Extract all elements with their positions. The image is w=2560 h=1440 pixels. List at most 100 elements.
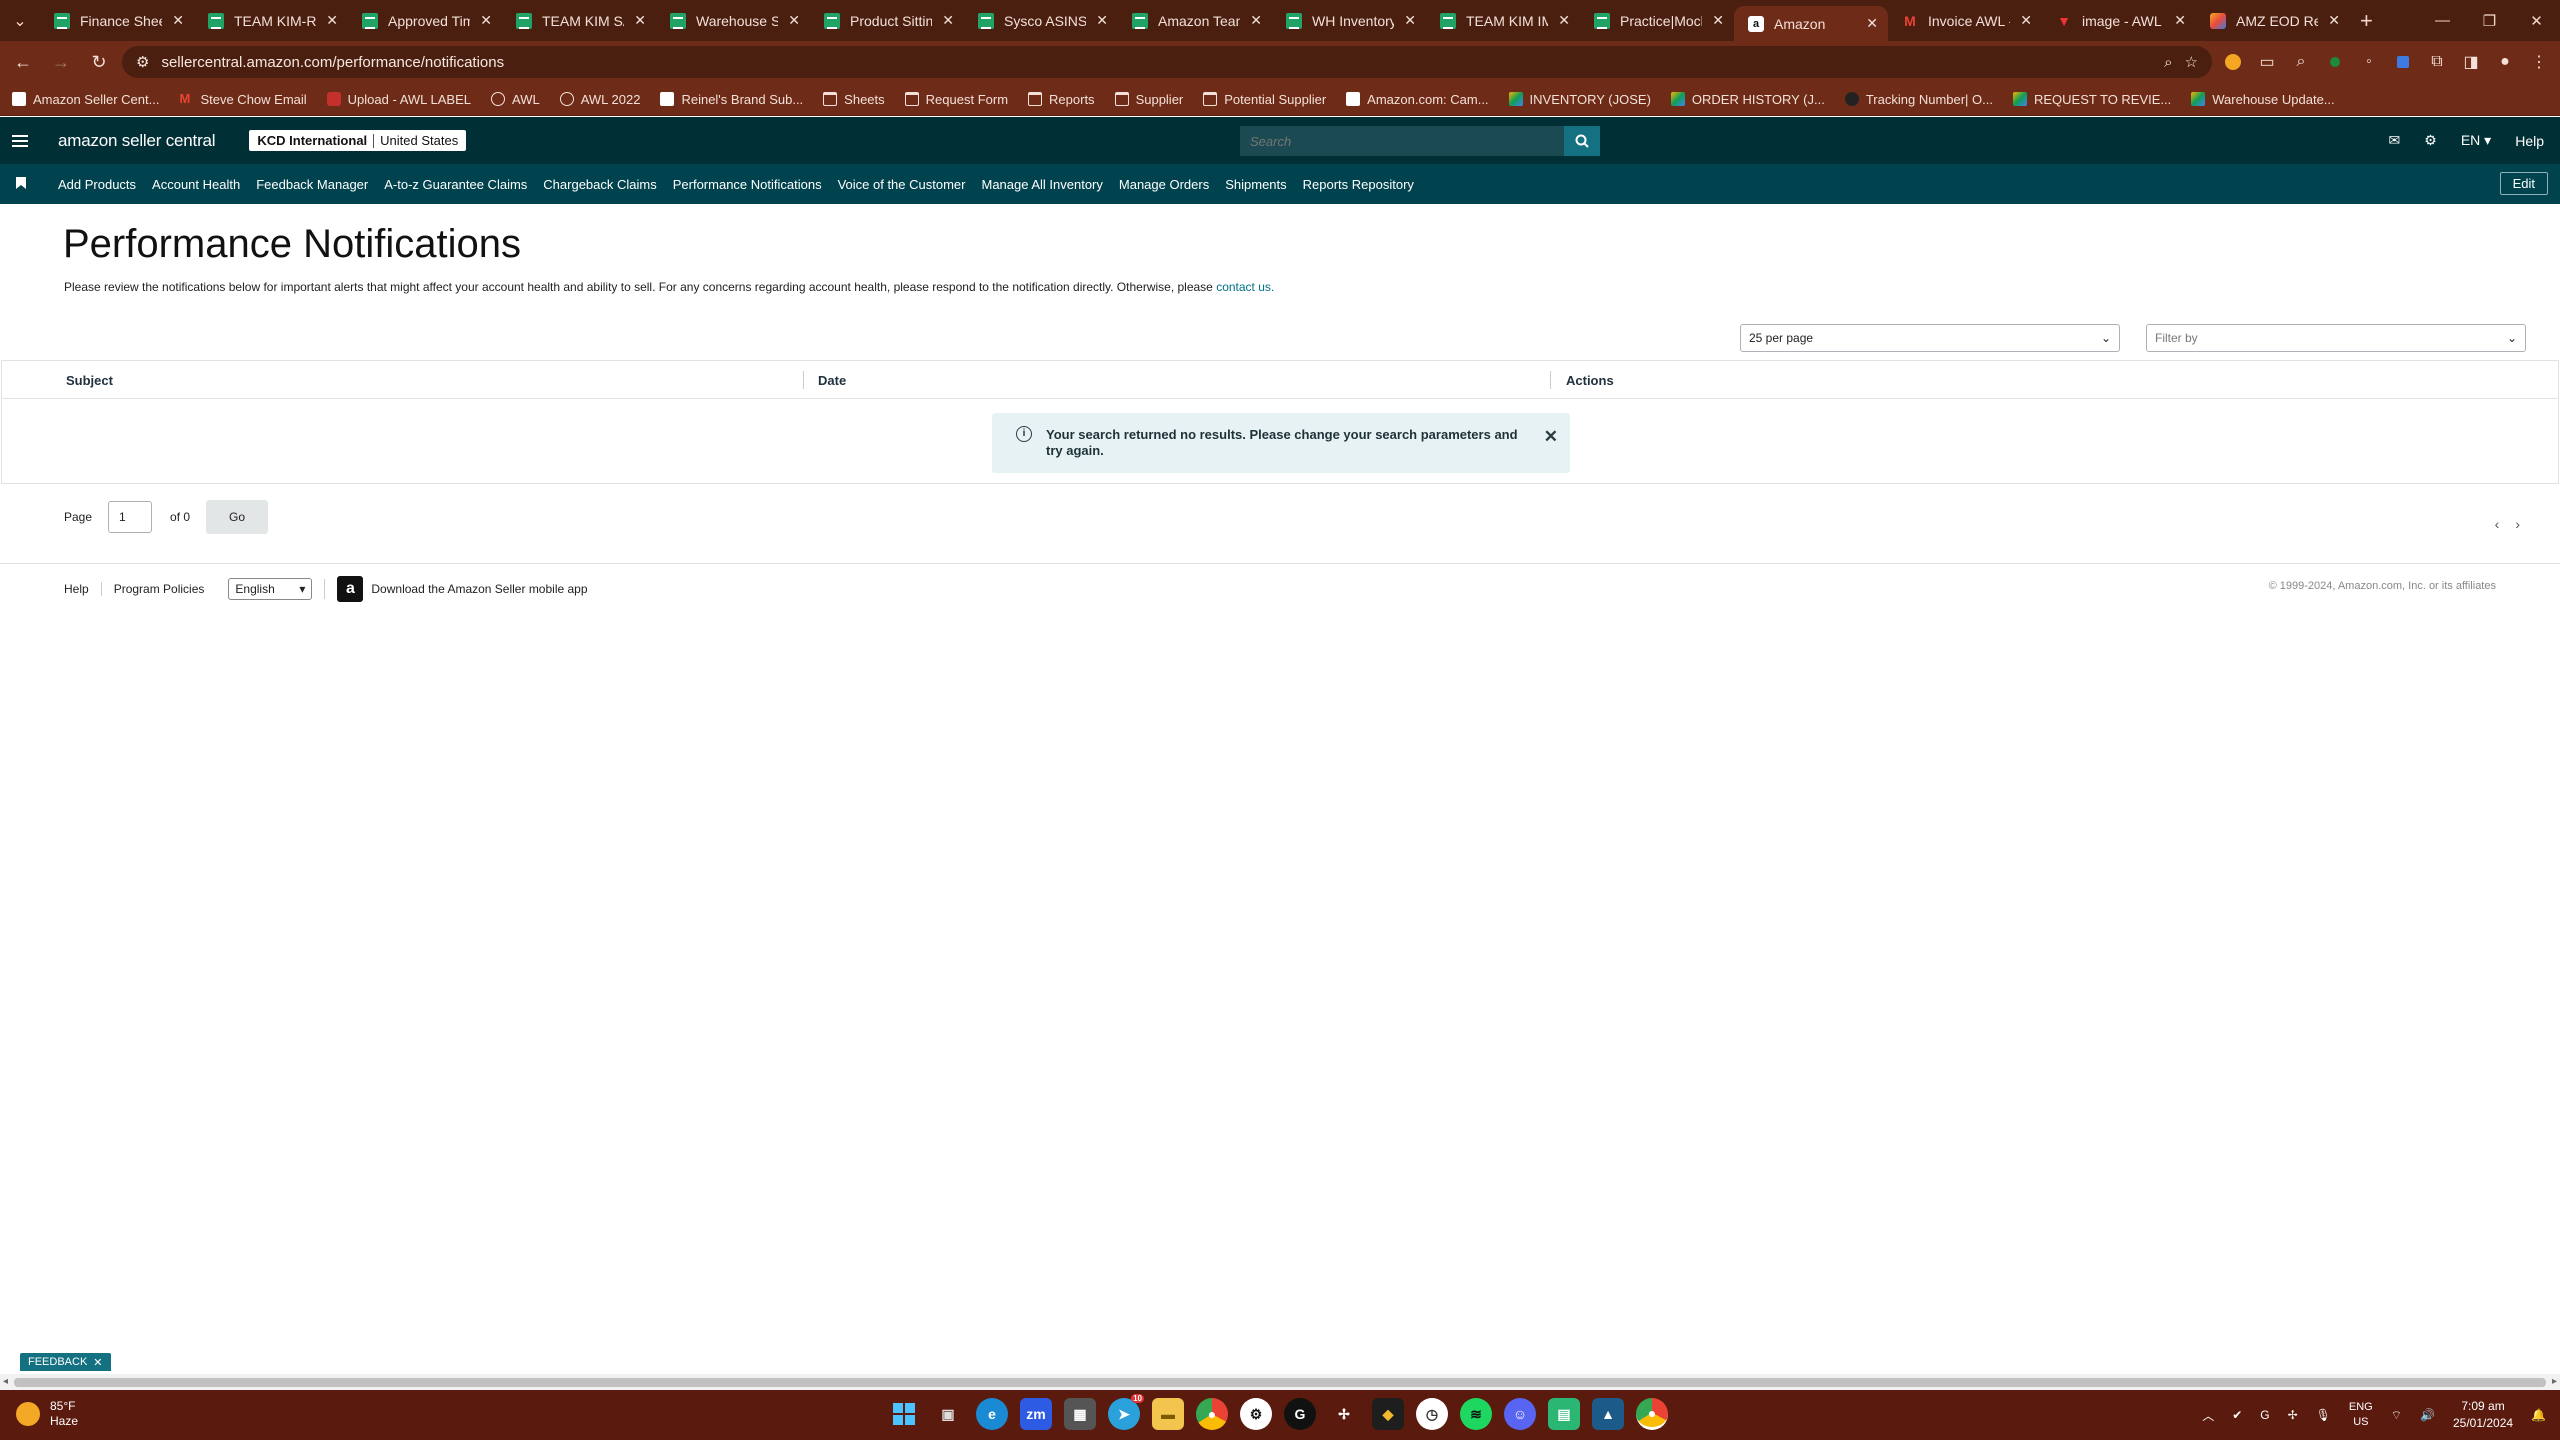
bookmark-item[interactable]: Amazon.com: Cam... <box>1346 92 1489 107</box>
chevron-right-icon[interactable]: › <box>2515 516 2520 532</box>
tab-search-icon[interactable]: ⌄ <box>0 0 40 41</box>
new-tab-button[interactable]: + <box>2360 8 2373 34</box>
tab-close-icon[interactable]: ✕ <box>480 12 492 29</box>
filter-select[interactable]: Filter by ⌄ <box>2146 324 2526 352</box>
nav-item[interactable]: Reports Repository <box>1303 177 1414 192</box>
bookmark-item[interactable]: Reinel's Brand Sub... <box>660 92 803 107</box>
tray-app-icon[interactable]: ✔ <box>2232 1408 2242 1422</box>
microphone-icon[interactable]: 🎙 <box>2316 1408 2331 1422</box>
extension-blue-icon[interactable] <box>2390 49 2416 75</box>
browser-tab[interactable]: TEAM KIM IMP ✕ <box>1426 0 1580 41</box>
bookmark-item[interactable]: ORDER HISTORY (J... <box>1670 92 1825 107</box>
browser-tab[interactable]: Product Sitting ✕ <box>810 0 964 41</box>
steam-icon[interactable]: ⚙ <box>1240 1398 1272 1430</box>
extension-dark-icon[interactable]: ◦ <box>2356 49 2382 75</box>
telegram-icon[interactable]: ➤ 10 <box>1108 1394 1144 1430</box>
browser-tab[interactable]: AMZ EOD Rep ✕ <box>2196 0 2350 41</box>
zoom-icon[interactable]: ⌕ <box>2164 54 2172 71</box>
zoom-app-icon[interactable]: zm <box>1020 1398 1052 1430</box>
photo-app-icon[interactable]: ▲ <box>1592 1398 1624 1430</box>
bookmark-item[interactable]: INVENTORY (JOSE) <box>1508 92 1651 107</box>
bookmark-item[interactable]: Amazon Seller Cent... <box>12 92 159 107</box>
browser-tab[interactable]: Approved Time ✕ <box>348 0 502 41</box>
feedback-tab[interactable]: FEEDBACK ✕ <box>20 1353 111 1371</box>
task-view-icon[interactable]: ▣ <box>932 1398 964 1430</box>
calculator-icon[interactable]: ▦ <box>1064 1398 1096 1430</box>
chrome-icon[interactable]: ● <box>1196 1398 1228 1430</box>
browser-tab[interactable]: WH Inventory ✕ <box>1272 0 1426 41</box>
bookmark-item[interactable]: REQUEST TO REVIE... <box>2013 92 2171 107</box>
profile-icon[interactable]: ● <box>2492 49 2518 75</box>
footer-language-select[interactable]: English ▾ <box>228 578 313 600</box>
weather-widget[interactable]: 85°F Haze <box>16 1399 78 1429</box>
tab-close-icon[interactable]: ✕ <box>788 12 800 29</box>
bookmark-item[interactable]: M Steve Chow Email <box>179 92 306 107</box>
tab-close-icon[interactable]: ✕ <box>1558 12 1570 29</box>
binance-icon[interactable]: ◆ <box>1372 1398 1404 1430</box>
side-panel-icon[interactable]: ◨ <box>2458 49 2484 75</box>
system-clock[interactable]: 7:09 am 25/01/2024 <box>2453 1398 2513 1432</box>
tab-close-icon[interactable]: ✕ <box>2328 12 2340 29</box>
network-app-icon[interactable]: ✢ <box>1328 1398 1360 1430</box>
discord-icon[interactable]: ☺ <box>1504 1398 1536 1430</box>
restore-icon[interactable]: ❐ <box>2466 0 2513 41</box>
extension-chrome-icon[interactable] <box>2220 49 2246 75</box>
volume-icon[interactable]: 🔊 <box>2420 1408 2435 1422</box>
nav-item[interactable]: Add Products <box>58 177 136 192</box>
tab-close-icon[interactable]: ✕ <box>942 12 954 29</box>
tab-close-icon[interactable]: ✕ <box>1712 12 1724 29</box>
nav-item[interactable]: Manage Orders <box>1119 177 1209 192</box>
clock-app-icon[interactable]: ◷ <box>1416 1398 1448 1430</box>
bookmark-item[interactable]: Tracking Number| O... <box>1844 92 1993 107</box>
horizontal-scrollbar[interactable]: ◂ ▸ <box>0 1374 2560 1390</box>
bookmark-flag-icon[interactable] <box>16 176 32 192</box>
scroll-left-icon[interactable]: ◂ <box>3 1376 8 1387</box>
tab-close-icon[interactable]: ✕ <box>634 12 646 29</box>
menu-kebab-icon[interactable]: ⋮ <box>2526 49 2552 75</box>
chrome-profile-icon[interactable]: ● <box>1636 1398 1668 1430</box>
hamburger-menu-icon[interactable] <box>0 134 40 147</box>
tab-close-icon[interactable]: ✕ <box>172 12 184 29</box>
nav-item[interactable]: Performance Notifications <box>673 177 822 192</box>
language-selector[interactable]: EN ▾ <box>2461 132 2491 149</box>
bookmark-item[interactable]: Upload - AWL LABEL <box>326 92 471 107</box>
mail-icon[interactable]: ✉ <box>2389 132 2401 149</box>
tab-close-icon[interactable]: ✕ <box>1250 12 1262 29</box>
tab-close-icon[interactable]: ✕ <box>1096 12 1108 29</box>
nav-item[interactable]: Feedback Manager <box>256 177 368 192</box>
nav-item[interactable]: Chargeback Claims <box>543 177 656 192</box>
browser-tab[interactable]: a Amazon ✕ <box>1734 6 1888 41</box>
browser-tab[interactable]: M Invoice AWL -2 ✕ <box>1888 0 2042 41</box>
input-language[interactable]: ENG US <box>2349 1400 2373 1430</box>
browser-tab[interactable]: ▼ image - AWL L ✕ <box>2042 0 2196 41</box>
minimize-icon[interactable]: — <box>2419 0 2466 41</box>
tab-close-icon[interactable]: ✕ <box>2174 12 2186 29</box>
wifi-icon[interactable]: ⌔ <box>2391 1408 2402 1423</box>
file-explorer-icon[interactable]: ▬ <box>1152 1398 1184 1430</box>
seller-search-input[interactable] <box>1240 126 1564 156</box>
close-window-icon[interactable]: ✕ <box>2513 0 2560 41</box>
dark-app-icon[interactable]: G <box>1284 1398 1316 1430</box>
address-bar[interactable]: ⚙ sellercentral.amazon.com/performance/n… <box>122 46 2212 78</box>
browser-tab[interactable]: Finance Sheet ✕ <box>40 0 194 41</box>
nav-item[interactable]: A-to-z Guarantee Claims <box>384 177 527 192</box>
start-windows-icon[interactable] <box>888 1398 920 1430</box>
page-number-input[interactable]: 1 <box>108 501 153 533</box>
seller-central-logo[interactable]: amazon seller central <box>58 131 216 151</box>
contact-us-link[interactable]: contact us. <box>1216 280 1274 294</box>
column-subject[interactable]: Subject <box>66 373 113 388</box>
browser-tab[interactable]: Warehouse Ship ✕ <box>656 0 810 41</box>
tray-network-icon[interactable]: ✢ <box>2288 1408 2298 1422</box>
green-app-icon[interactable]: ▤ <box>1548 1398 1580 1430</box>
chevron-left-icon[interactable]: ‹ <box>2495 516 2500 532</box>
footer-help-link[interactable]: Help <box>64 582 102 596</box>
tray-g-icon[interactable]: G <box>2260 1408 2269 1422</box>
reload-icon[interactable]: ↻ <box>84 47 114 77</box>
go-button[interactable]: Go <box>206 500 269 534</box>
nav-item[interactable]: Manage All Inventory <box>981 177 1102 192</box>
extension-screen-icon[interactable]: ▭ <box>2254 49 2280 75</box>
bookmark-item[interactable]: Sheets <box>823 92 885 107</box>
back-icon[interactable]: ← <box>8 47 38 77</box>
bookmark-star-icon[interactable]: ☆ <box>2185 53 2198 71</box>
extension-search-icon[interactable]: ⌕ <box>2288 49 2314 75</box>
